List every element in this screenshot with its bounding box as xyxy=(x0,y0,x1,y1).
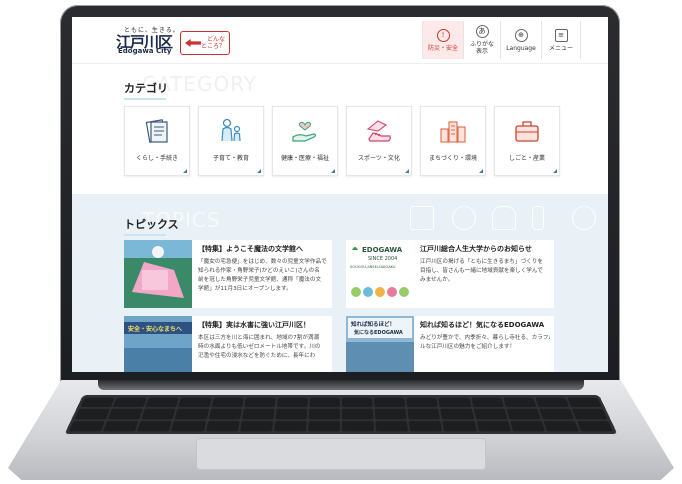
corner-arrow-icon xyxy=(183,169,187,173)
topic-body: 江戸川区の掲げる「ともに生きるまち」づくりを 目指し、皆さんも一緒に地域貢献を楽… xyxy=(420,259,543,283)
literature-museum-thumbnail xyxy=(124,240,192,308)
topic-body: みどりが豊かで、内季折々、暮らし寺社る、カラフル ルな江戸川区の魅力をご紹介しま… xyxy=(420,335,550,350)
category-section: CATEGORY カテゴリ くらし・手続き 子育て・教育 健康・医療・福祉 スポ… xyxy=(72,64,608,194)
thumb-head: 安全・安心なまちへ xyxy=(128,325,182,333)
documents-icon xyxy=(145,119,168,143)
logo-english: Edogawa City xyxy=(118,47,172,55)
category-card-childcare[interactable]: 子育て・教育 xyxy=(198,106,264,176)
disaster-safety-button[interactable]: ! 防災・安全 xyxy=(422,21,463,59)
furigana-button[interactable]: あ ふりがな 表示 xyxy=(463,21,500,59)
category-card-living[interactable]: くらし・手続き xyxy=(124,106,190,176)
corner-arrow-icon xyxy=(331,169,335,173)
briefcase-icon xyxy=(515,121,539,142)
menu-label: メニュー xyxy=(548,44,573,52)
language-button[interactable]: ⊕ Language xyxy=(500,21,541,59)
fireworks-doodle-icon xyxy=(452,206,476,230)
browser-viewport: ともに、生きる。 江戸川区 Edogawa City どんな ところ？ ! 防災… xyxy=(72,17,608,372)
alert-icon: ! xyxy=(436,28,450,42)
corner-arrow-icon xyxy=(553,169,557,173)
category-label: まちづくり・環境 xyxy=(428,155,477,162)
laptop-hinge xyxy=(98,380,584,390)
care-hand-icon xyxy=(292,122,317,142)
category-label: 子育て・教育 xyxy=(212,155,249,162)
flower-doodle-icon xyxy=(492,206,516,230)
corner-arrow-icon xyxy=(257,169,261,173)
category-label: しごと・産業 xyxy=(508,155,545,162)
topic-card-literature[interactable]: 【特集】ようこそ魔法の文学館へ 「魔女の宅急便」をはじめ、数々の児童文学作品で … xyxy=(124,240,332,308)
topic-body: 本区は三方を川と海に囲まれ、地域の7割が満潮 時の水面よりも低いゼロメートル地帯… xyxy=(198,335,321,359)
topic-title: 知れば知るほど！気になるEDOGAWA xyxy=(420,321,545,329)
category-card-work[interactable]: しごと・産業 xyxy=(494,106,560,176)
menu-icon: ≡ xyxy=(554,28,568,42)
flood-safety-thumbnail: 安全・安心なまちへ xyxy=(124,316,192,372)
topics-section: TOPICS トピックス 【特集】ようこそ魔法の文学館へ 「魔女の宅急便」をはじ… xyxy=(72,194,608,372)
category-label: くらし・手続き xyxy=(135,155,178,162)
category-label: スポーツ・文化 xyxy=(358,155,400,162)
topic-card-flood[interactable]: 安全・安心なまちへ 【特集】実は水害に強い江戸川区！ 本区は三方を川と海に囲まれ… xyxy=(124,316,332,372)
topic-card-edogawa-charm[interactable]: 知れば知るほど！ 気になるEDOGAWA 知れば知るほど！気になるEDOGAWA… xyxy=(346,316,554,372)
donna-tokoro-button[interactable]: どんな ところ？ xyxy=(180,31,230,55)
thumb-sub: 気になるEDOGAWA xyxy=(354,329,403,336)
arrow-icon xyxy=(185,39,201,47)
category-card-sports[interactable]: スポーツ・文化 xyxy=(346,106,412,176)
laptop-keyboard xyxy=(64,395,618,435)
furigana-icon: あ xyxy=(475,25,489,38)
laptop-trackpad xyxy=(196,438,486,470)
thumb-sub: SINCE 2004 xyxy=(368,256,397,262)
category-label: 健康・医療・福祉 xyxy=(280,155,329,162)
topic-body: 「魔女の宅急便」をはじめ、数々の児童文学作品で 知られる作家・角野栄子(かどのえ… xyxy=(198,259,327,292)
menu-button[interactable]: ≡ メニュー xyxy=(541,21,581,59)
category-card-health[interactable]: 健康・医療・福祉 xyxy=(272,106,338,176)
disaster-safety-label: 防災・安全 xyxy=(427,44,458,52)
corner-arrow-icon xyxy=(479,169,483,173)
topic-title: 江戸川総合人生大学からのお知らせ xyxy=(420,245,532,253)
sparkler-doodle-icon xyxy=(532,206,544,230)
site-header: ともに、生きる。 江戸川区 Edogawa City どんな ところ？ ! 防災… xyxy=(72,17,608,64)
furigana-label-2: 表示 xyxy=(475,48,488,55)
buildings-icon xyxy=(440,121,466,143)
furigana-label-1: ふりがな xyxy=(469,41,494,48)
topic-card-university[interactable]: EDOGAWA SINCE 2004 SOUGOU-JINSEI-DAIGAKU… xyxy=(346,240,554,308)
topic-title: 【特集】ようこそ魔法の文学館へ xyxy=(198,245,303,253)
edogawa-charm-thumbnail: 知れば知るほど！ 気になるEDOGAWA xyxy=(346,316,414,372)
thumb-head: EDOGAWA xyxy=(362,246,403,254)
category-card-town[interactable]: まちづくり・環境 xyxy=(420,106,486,176)
balloon-doodle-icon xyxy=(572,206,596,230)
thumb-head: 知れば知るほど！ xyxy=(350,320,395,328)
building-doodle-icon xyxy=(410,206,434,230)
topic-title: 【特集】実は水害に強い江戸川区！ xyxy=(198,321,310,329)
language-label: Language xyxy=(506,44,536,52)
donna-label-2: ところ？ xyxy=(200,43,225,50)
category-title: カテゴリ xyxy=(124,82,168,100)
donna-label-1: どんな xyxy=(206,36,225,43)
topics-title: トピックス xyxy=(124,218,179,236)
corner-arrow-icon xyxy=(405,169,409,173)
sneaker-fan-icon xyxy=(366,120,391,142)
thumb-en: SOUGOU-JINSEI-DAIGAKU xyxy=(350,265,396,269)
family-icon xyxy=(221,118,241,142)
university-thumbnail: EDOGAWA SINCE 2004 SOUGOU-JINSEI-DAIGAKU xyxy=(346,240,414,308)
globe-icon: ⊕ xyxy=(514,28,528,42)
